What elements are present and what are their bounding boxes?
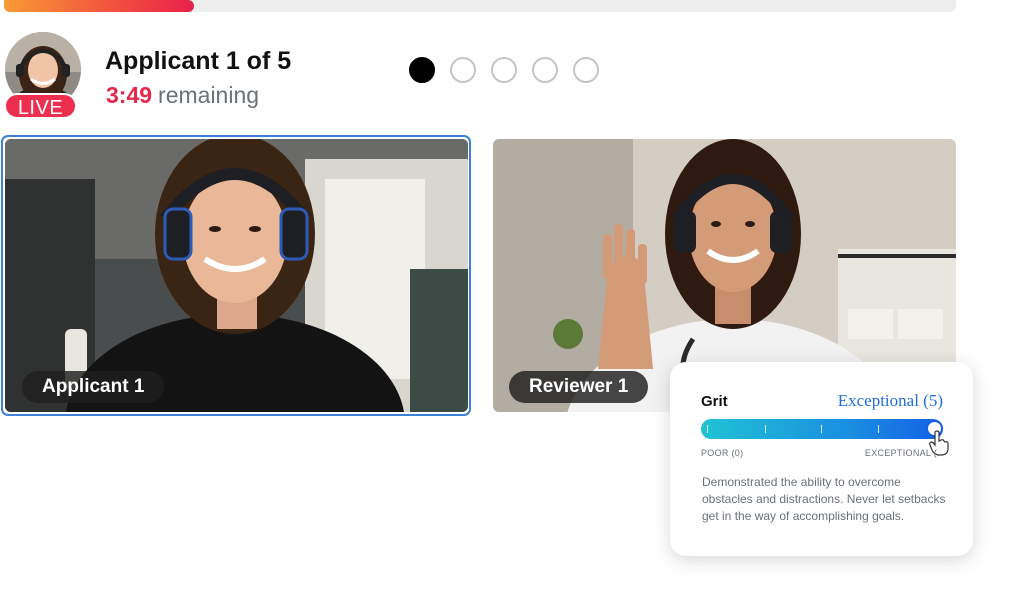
step-dot-5[interactable] [573,57,599,83]
rating-slider-track[interactable] [701,419,943,439]
step-dot-2[interactable] [450,57,476,83]
grit-score-card: Grit Exceptional (5) POOR (0) EXCEPTIONA… [670,362,973,556]
slider-tick [707,425,708,433]
step-dot-4[interactable] [532,57,558,83]
criterion-description: Demonstrated the ability to overcome obs… [702,475,946,523]
slider-tick [765,425,766,433]
applicant-counter-title: Applicant 1 of 5 [105,47,292,75]
scale-min-label: POOR (0) [701,448,744,458]
countdown-row: 3:49 remaining [106,82,259,109]
step-dot-1[interactable] [409,57,435,83]
slider-tick [821,425,822,433]
countdown-remaining-label: remaining [158,82,260,108]
session-progress-fill [4,0,195,12]
applicant-step-indicator [409,57,599,83]
slider-tick [878,425,879,433]
scale-max-label: EXCEPTIONAL ( [864,448,937,458]
live-badge: LIVE [4,93,77,119]
step-dot-3[interactable] [491,57,517,83]
session-progress-bar [4,0,956,12]
countdown-timer: 3:49 [106,82,153,108]
criterion-label: Grit [701,393,728,410]
applicant-name-label: Applicant 1 [22,371,165,403]
reviewer-name-label: Reviewer 1 [509,371,649,403]
criterion-rating: Exceptional (5) [837,391,943,410]
